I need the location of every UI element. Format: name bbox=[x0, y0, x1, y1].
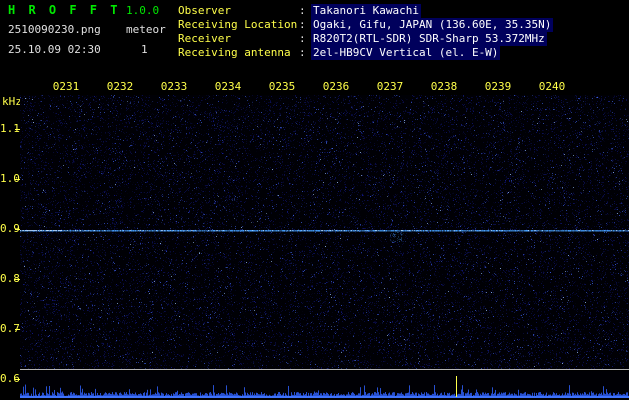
info-row-1: Receiving Location: Ogaki, Gifu, JAPAN (1… bbox=[178, 18, 554, 32]
time-label-0238: 0238 bbox=[430, 80, 458, 93]
info-value: Ogaki, Gifu, JAPAN (136.60E, 35.35N) bbox=[311, 18, 554, 32]
observation-datetime: 25.10.09 02:30 bbox=[8, 43, 101, 56]
freq-label-0.9: 0.9 bbox=[0, 222, 20, 235]
app-version: 1.0.0 bbox=[126, 4, 160, 17]
freq-label-0.8: 0.8 bbox=[0, 272, 20, 285]
spectrogram-canvas bbox=[20, 95, 629, 369]
info-colon: : bbox=[299, 32, 306, 45]
mode-label: meteor bbox=[126, 23, 166, 36]
freq-label-0.7: 0.7 bbox=[0, 322, 20, 335]
time-label-0239: 0239 bbox=[484, 80, 512, 93]
observer-info-table: Observer: Takanori Kawachi Receiving Locat… bbox=[178, 4, 554, 60]
info-colon: : bbox=[299, 4, 306, 17]
freq-axis-unit-label: kHz bbox=[2, 95, 22, 108]
info-colon: : bbox=[299, 46, 306, 59]
info-value: 2el-HB9CV Vertical (el. E-W) bbox=[311, 46, 501, 60]
info-row-3: Receiving antenna:2el-HB9CV Vertical (el… bbox=[178, 46, 553, 60]
hrofft-output-image: H R O F F T 1.0.0 2510090230.png meteor … bbox=[0, 0, 629, 400]
time-label-0232: 0232 bbox=[106, 80, 134, 93]
time-label-0237: 0237 bbox=[376, 80, 404, 93]
info-label: Receiving Location bbox=[178, 18, 298, 31]
info-label: Observer bbox=[178, 4, 231, 17]
time-label-0234: 0234 bbox=[214, 80, 242, 93]
time-label-0235: 0235 bbox=[268, 80, 296, 93]
info-value: Takanori Kawachi bbox=[311, 4, 421, 18]
signal-level-canvas bbox=[20, 371, 629, 398]
output-filename: 2510090230.png bbox=[8, 23, 101, 36]
info-label: Receiving antenna bbox=[178, 46, 291, 59]
app-title: H R O F F T bbox=[8, 3, 121, 17]
time-label-0233: 0233 bbox=[160, 80, 188, 93]
info-value: R820T2(RTL-SDR) SDR-Sharp 53.372MHz bbox=[311, 32, 547, 46]
time-label-0240: 0240 bbox=[538, 80, 566, 93]
plot-bottom-line bbox=[20, 369, 629, 370]
time-label-0236: 0236 bbox=[322, 80, 350, 93]
freq-label-0.6: 0.6 bbox=[0, 372, 20, 385]
info-label: Receiver bbox=[178, 32, 231, 45]
info-row-2: Receiver: R820T2(RTL-SDR) SDR-Sharp 53.37… bbox=[178, 32, 553, 46]
time-label-0231: 0231 bbox=[52, 80, 80, 93]
info-colon: : bbox=[299, 18, 306, 31]
freq-label-1.1: 1.1 bbox=[0, 122, 20, 135]
freq-label-1.0: 1.0 bbox=[0, 172, 20, 185]
meteor-count: 1 bbox=[141, 43, 148, 56]
info-row-0: Observer: Takanori Kawachi bbox=[178, 4, 553, 18]
